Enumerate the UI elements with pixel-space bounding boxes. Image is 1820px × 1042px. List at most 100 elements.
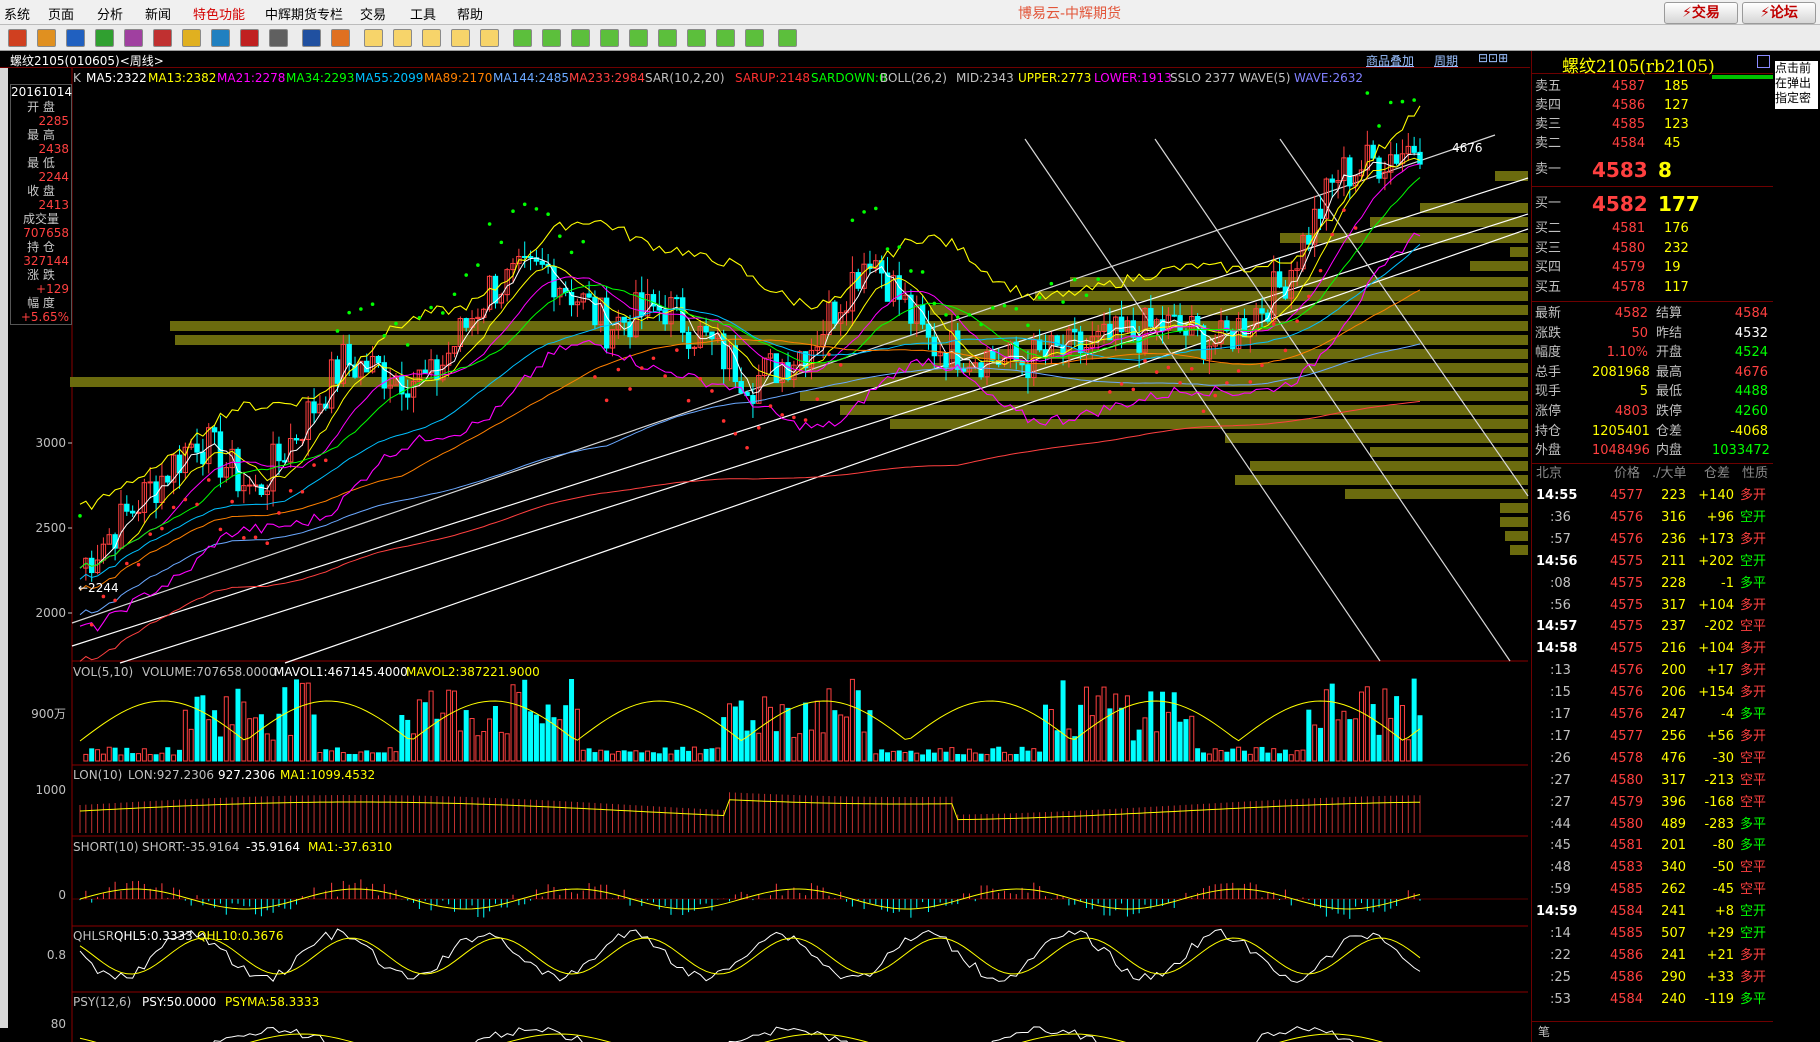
min5-icon[interactable] [571, 29, 590, 47]
forum-button[interactable]: ⚡论坛 [1742, 2, 1816, 24]
volume-bar [1364, 686, 1370, 762]
y-tick-label: 2500 [35, 521, 66, 535]
indicator-legend-item: SHORT(10) [73, 840, 139, 854]
volume-bar [1218, 750, 1224, 762]
min240-icon[interactable] [716, 29, 735, 47]
menu-system[interactable]: 系统 [4, 4, 30, 23]
tick-oi: -45 [1712, 882, 1734, 898]
pen-icon[interactable] [153, 29, 172, 47]
quote-expand-icon[interactable] [1757, 55, 1770, 68]
book-icon[interactable] [37, 29, 56, 47]
sar-dot [1014, 306, 1019, 311]
sar-dot [1061, 300, 1065, 304]
day-icon[interactable] [364, 29, 383, 47]
ask-row: 卖一 4583 8 [1532, 157, 1774, 183]
layout-icon[interactable] [124, 29, 143, 47]
tick-time: :17 [1550, 728, 1571, 744]
volume-bar [598, 749, 604, 762]
table-icon[interactable] [269, 29, 288, 47]
quote-footer-tab[interactable]: 笔 [1532, 1021, 1780, 1042]
trade-button[interactable]: ⚡交易 [1664, 2, 1738, 24]
volume-bar [996, 746, 1002, 762]
volume-bar [492, 705, 498, 762]
candle-body [1136, 336, 1142, 353]
volume-bar [791, 736, 797, 762]
volume-bar [943, 751, 949, 762]
tick-row: :27 4580 317 -213 空平 [1532, 770, 1774, 792]
tick-time: :27 [1550, 772, 1571, 788]
custom-icon[interactable] [745, 29, 764, 47]
tick-row: :25 4586 290 +33 多开 [1532, 967, 1774, 989]
stat-label: 现手 [1535, 384, 1562, 400]
tick-oi: +29 [1706, 926, 1734, 941]
tick-header-time: 北京 [1536, 466, 1563, 481]
volume-bar [1177, 721, 1183, 762]
week-icon[interactable] [393, 29, 412, 47]
sar-dot [148, 532, 153, 536]
volume-bar [352, 754, 358, 762]
indicator-legend-item: MA1:-37.6310 [308, 840, 392, 854]
tick-time: :56 [1550, 597, 1571, 613]
indicator-legend-item: SARUP:2148 [735, 71, 810, 85]
filter-icon[interactable] [211, 29, 230, 47]
indicator-legend-item: LON:927.2306 [128, 768, 214, 782]
menu-column[interactable]: 中辉期货专栏 [265, 4, 343, 23]
menu-analysis[interactable]: 分析 [97, 4, 123, 23]
candle-body [931, 336, 938, 357]
tick-oi: +56 [1706, 728, 1734, 744]
min60-icon[interactable] [658, 29, 677, 47]
tick-oi: +140 [1698, 488, 1734, 503]
indicator-legend-item: LON(10) [73, 768, 122, 782]
menu-page[interactable]: 页面 [48, 4, 74, 23]
min30-icon[interactable] [629, 29, 648, 47]
tick-icon[interactable] [331, 29, 350, 47]
save-icon[interactable] [66, 29, 85, 47]
kline-chart-svg[interactable]: K MA5:2322 MA13:2382 MA21:2278 MA34:2293 MA55… [0, 51, 1530, 1042]
volume-bar [1230, 748, 1236, 762]
chart-icon[interactable] [302, 29, 321, 47]
menu-help[interactable]: 帮助 [457, 4, 483, 23]
tick-volume: 317 [1661, 597, 1686, 613]
menu-trade[interactable]: 交易 [360, 4, 386, 23]
min1-icon[interactable] [513, 29, 532, 47]
info-label: 成交量 [22, 212, 59, 226]
tick-time: :14 [1550, 926, 1571, 941]
min120-icon[interactable] [687, 29, 706, 47]
volume-bar [1089, 715, 1095, 762]
candle-body [217, 431, 224, 478]
refresh-icon[interactable] [95, 29, 114, 47]
sar-dot [1026, 323, 1030, 328]
min3-icon[interactable] [542, 29, 561, 47]
year-icon[interactable] [480, 29, 499, 47]
eraser-icon[interactable] [182, 29, 201, 47]
volume-bar [1148, 691, 1154, 762]
volume-bar [604, 750, 610, 762]
sort-icon[interactable] [240, 29, 259, 47]
calc-icon[interactable] [778, 29, 797, 47]
tick-time: 14:55 [1536, 488, 1578, 503]
tick-time: :53 [1550, 991, 1571, 1007]
stat-label: 开盘 [1656, 345, 1683, 361]
sar-dot [230, 499, 234, 504]
home-icon[interactable] [8, 29, 27, 47]
volume-bar [732, 706, 738, 762]
side-note-box[interactable]: 点击前 在弹出 指定密 [1775, 61, 1818, 109]
volume-bar [241, 701, 247, 762]
sar-dot [1096, 277, 1100, 282]
indicator-legend-item: SSLO 2377 [1170, 71, 1235, 85]
tick-oi: +96 [1706, 509, 1734, 525]
sar-dot [1248, 380, 1253, 384]
menu-news[interactable]: 新闻 [145, 4, 171, 23]
indicator-legend-item: VOLUME:707658.0000 [142, 665, 276, 679]
month-icon[interactable] [422, 29, 441, 47]
quarter-icon[interactable] [451, 29, 470, 47]
candle-body [1329, 178, 1335, 183]
menu-features[interactable]: 特色功能 [193, 4, 245, 23]
min15-icon[interactable] [600, 29, 619, 47]
menu-tools[interactable]: 工具 [410, 4, 436, 23]
chart-area[interactable]: 螺纹2105(010605)<周线> 商品叠加 周期 ⊟⊡⊞ K MA5:2322… [0, 51, 1530, 1042]
volume-bar [1341, 710, 1347, 762]
sar-dot [838, 363, 843, 367]
bid-row: 买一 4582 177 [1532, 191, 1774, 217]
candle-body [246, 484, 253, 487]
